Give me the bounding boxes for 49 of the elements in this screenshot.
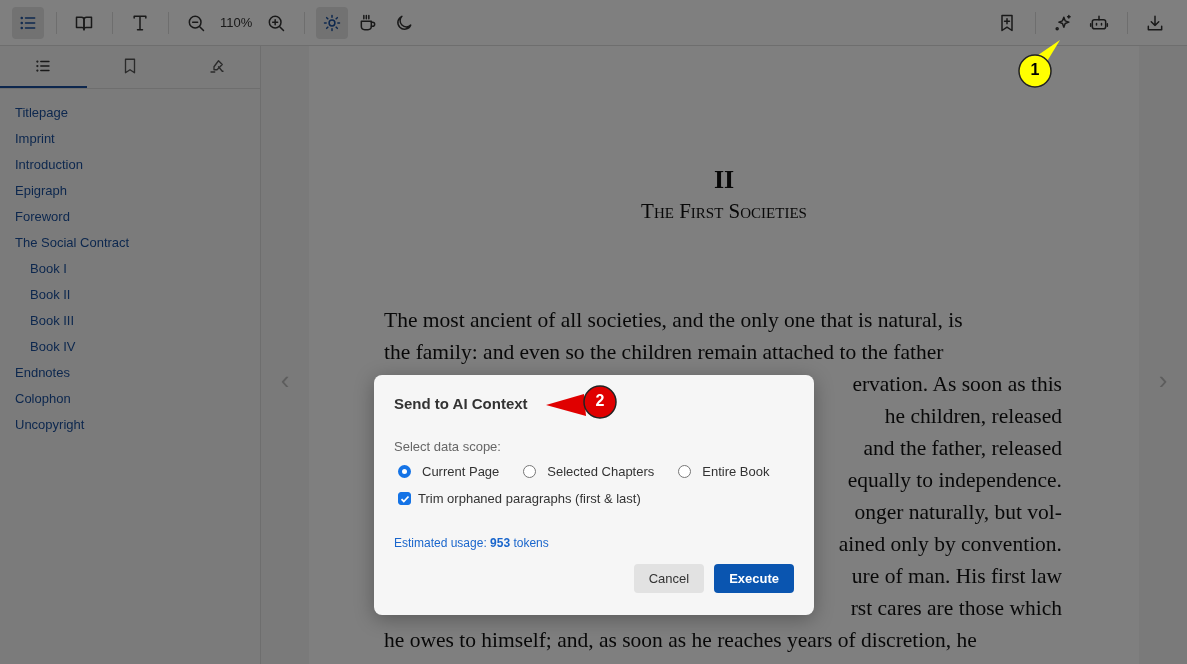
body-text-line: ervation. As soon as this (852, 371, 1062, 398)
radio-label[interactable]: Selected Chapters (547, 464, 655, 479)
body-text-line: he owes to himself; and, as soon as he reaches years of discretion, he (384, 627, 977, 654)
toc-link[interactable]: Book I (30, 259, 67, 285)
highlighter-icon (207, 57, 226, 75)
radio-label[interactable]: Current Page (422, 464, 500, 479)
toc-link[interactable]: Book IV (30, 337, 76, 363)
toc-link[interactable]: Introduction (15, 155, 83, 181)
body-text-line: onger naturally, but vol- (854, 499, 1062, 526)
body-text-line: rst cares are those which (850, 595, 1062, 622)
body-text-line: ure of man. His first law (851, 563, 1062, 590)
toc-toggle-button[interactable] (12, 6, 44, 39)
sun-icon (322, 12, 343, 33)
body-text-line: he children, released (884, 403, 1062, 430)
radio-button[interactable] (678, 465, 692, 478)
radio-label[interactable]: Entire Book (702, 464, 770, 479)
sparkle-icon (1053, 12, 1073, 33)
toc-link[interactable]: The Social Contract (15, 233, 130, 259)
body-text-line: ained only by convention. (838, 531, 1062, 558)
callout-number: 1 (1029, 61, 1041, 80)
body-text-line: The most ancient of all societies, and the only one that is natural, is (384, 307, 963, 334)
toc-link[interactable]: Colophon (15, 389, 71, 415)
chapter-title: The First Societies (641, 199, 807, 224)
toc-link[interactable]: Book II (30, 285, 71, 311)
cancel-button[interactable]: Cancel (633, 564, 705, 593)
dialog-title: Send to AI Context (394, 394, 528, 414)
checkbox[interactable] (398, 492, 411, 505)
light-theme-button[interactable] (316, 6, 349, 39)
body-text-line: and the father, released (863, 435, 1062, 462)
body-text-line: equally to independence. (847, 467, 1062, 494)
toc-link[interactable]: Endnotes (15, 363, 70, 389)
chapter-number: II (713, 164, 735, 196)
toc-link[interactable]: Epigraph (15, 181, 68, 207)
toc-link[interactable]: Foreword (15, 207, 70, 233)
checkbox-label[interactable]: Trim orphaned paragraphs (first & last) (418, 491, 641, 506)
radio-button[interactable] (523, 465, 537, 478)
scope-label: Select data scope: (394, 439, 502, 454)
body-text-line: the family: and even so the children remain attached to the father (384, 339, 944, 366)
toc-link[interactable]: Imprint (15, 129, 55, 155)
toc-link[interactable]: Titlepage (15, 103, 68, 129)
toc-link[interactable]: Book III (30, 311, 75, 337)
usage-estimate: Estimated usage: 953 tokens (394, 536, 550, 550)
zoom-level: 110% (220, 15, 253, 30)
callout-number: 2 (594, 392, 606, 411)
radio-button[interactable] (398, 465, 411, 478)
list-icon (34, 57, 53, 75)
execute-button[interactable]: Execute (714, 564, 794, 593)
toc-link[interactable]: Uncopyright (15, 415, 85, 441)
callout-pointer (546, 394, 586, 416)
